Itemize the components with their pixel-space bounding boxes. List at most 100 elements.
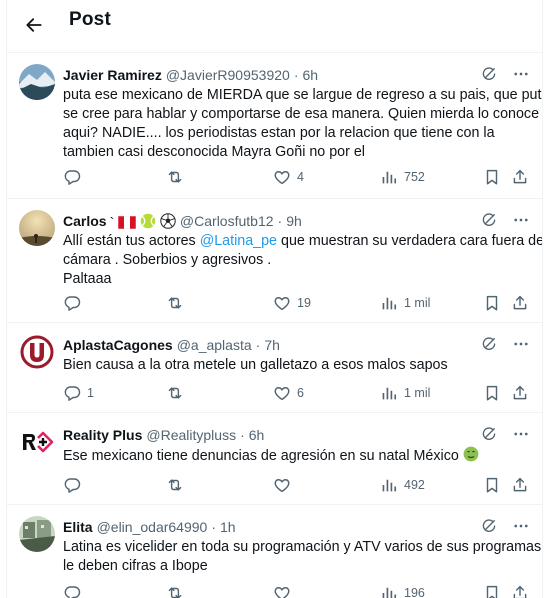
repost-button[interactable]: [166, 383, 190, 403]
timestamp[interactable]: 6h: [249, 427, 265, 443]
reply-text: puta ese mexicano de MIERDA que se largu…: [63, 87, 543, 160]
timestamp[interactable]: 1h: [220, 519, 236, 535]
more-icon[interactable]: [512, 211, 530, 229]
more-icon[interactable]: [512, 65, 530, 83]
reply-icon: [63, 584, 81, 598]
views-count: 492: [404, 478, 425, 492]
page-title: Post: [69, 9, 111, 30]
views-icon: [380, 476, 398, 494]
bookmark-icon: [483, 584, 501, 598]
views-button[interactable]: 1 mil: [380, 383, 430, 403]
separator-dot: ·: [255, 337, 261, 353]
grok-icon[interactable]: [480, 335, 498, 353]
share-button[interactable]: [511, 293, 529, 313]
repost-button[interactable]: [166, 293, 190, 313]
share-icon: [511, 476, 529, 494]
like-button[interactable]: 19: [273, 293, 311, 313]
grok-icon[interactable]: [480, 517, 498, 535]
share-icon: [511, 168, 529, 186]
views-count: 196: [404, 586, 425, 598]
user-handle[interactable]: @Realitypluss: [146, 427, 236, 443]
bookmark-icon: [483, 476, 501, 494]
heart-icon: [273, 384, 291, 402]
share-button[interactable]: [511, 475, 529, 495]
separator-dot: ·: [277, 213, 283, 229]
avatar[interactable]: [19, 210, 55, 246]
reply-carlos[interactable]: Carlos ` @Carlosfutb12 · 9h Allí están t…: [7, 198, 542, 322]
user-handle[interactable]: @elin_odar64990: [97, 519, 208, 535]
avatar[interactable]: [19, 64, 55, 100]
user-handle[interactable]: @Carlosfutb12: [180, 213, 274, 229]
user-handle[interactable]: @JavierR90953920: [166, 67, 290, 83]
share-button[interactable]: [511, 583, 529, 598]
timestamp[interactable]: 7h: [264, 337, 280, 353]
repost-icon: [166, 168, 184, 186]
repost-button[interactable]: [166, 167, 190, 187]
views-button[interactable]: 196: [380, 583, 425, 598]
user-name[interactable]: Elita: [63, 519, 93, 535]
bookmark-button[interactable]: [483, 383, 501, 403]
views-button[interactable]: 752: [380, 167, 425, 187]
user-handle[interactable]: @a_aplasta: [177, 337, 252, 353]
views-count: 752: [404, 170, 425, 184]
bookmark-icon: [483, 294, 501, 312]
grok-icon[interactable]: [480, 65, 498, 83]
reply-reality-plus[interactable]: Reality Plus @Realitypluss · 6h Ese mexi…: [7, 412, 542, 504]
grok-icon[interactable]: [480, 425, 498, 443]
like-button[interactable]: [273, 583, 297, 598]
repost-button[interactable]: [166, 475, 190, 495]
reply-button[interactable]: [63, 475, 87, 495]
like-count: 19: [297, 296, 311, 310]
back-button[interactable]: [17, 8, 51, 42]
reply-icon: [63, 168, 81, 186]
avatar[interactable]: [19, 424, 55, 460]
reply-button[interactable]: [63, 293, 87, 313]
reply-text: Allí están tus actores @Latina_pe que mu…: [63, 233, 543, 287]
timestamp[interactable]: 6h: [302, 67, 318, 83]
share-button[interactable]: [511, 383, 529, 403]
more-icon[interactable]: [512, 335, 530, 353]
post-thread-panel: Post Javier Ramirez @JavierR90953920 · 6…: [6, 0, 543, 598]
bookmark-button[interactable]: [483, 583, 501, 598]
timestamp[interactable]: 9h: [286, 213, 302, 229]
avatar[interactable]: [19, 516, 55, 552]
user-name[interactable]: Javier Ramirez: [63, 67, 162, 83]
like-button[interactable]: 4: [273, 167, 304, 187]
reply-button[interactable]: 1: [63, 383, 94, 403]
reply-elita[interactable]: Elita @elin_odar64990 · 1h Latina es vic…: [7, 504, 542, 598]
like-button[interactable]: 6: [273, 383, 304, 403]
reply-button[interactable]: [63, 583, 87, 598]
user-name[interactable]: Reality Plus: [63, 427, 142, 443]
share-icon: [511, 384, 529, 402]
bookmark-button[interactable]: [483, 475, 501, 495]
separator-dot: ·: [293, 67, 299, 83]
name-emoji-group: `: [109, 212, 176, 230]
share-icon: [511, 584, 529, 598]
bookmark-icon: [483, 384, 501, 402]
action-bar: 19 1 mil: [63, 293, 530, 313]
grok-icon[interactable]: [480, 211, 498, 229]
share-button[interactable]: [511, 167, 529, 187]
bookmark-button[interactable]: [483, 293, 501, 313]
views-count: 1 mil: [404, 296, 431, 310]
views-icon: [380, 384, 398, 402]
more-icon[interactable]: [512, 517, 530, 535]
views-button[interactable]: 1 mil: [380, 293, 430, 313]
action-bar: 4 752: [63, 167, 530, 187]
user-name[interactable]: AplastaCagones: [63, 337, 173, 353]
share-icon: [511, 294, 529, 312]
like-button[interactable]: [273, 475, 297, 495]
repost-button[interactable]: [166, 583, 190, 598]
bookmark-button[interactable]: [483, 167, 501, 187]
more-icon[interactable]: [512, 425, 530, 443]
reply-aplastacagones[interactable]: AplastaCagones @a_aplasta · 7h Bien caus…: [7, 322, 542, 412]
peru-flag-icon: [118, 215, 137, 229]
avatar[interactable]: [19, 334, 55, 370]
heart-icon: [273, 294, 291, 312]
reply-javier-ramirez[interactable]: Javier Ramirez @JavierR90953920 · 6h put…: [7, 52, 542, 198]
tilde-mark: `: [109, 213, 115, 230]
mention-link[interactable]: @Latina_pe: [200, 233, 277, 249]
reply-button[interactable]: [63, 167, 87, 187]
user-name[interactable]: Carlos: [63, 213, 107, 229]
views-button[interactable]: 492: [380, 475, 425, 495]
